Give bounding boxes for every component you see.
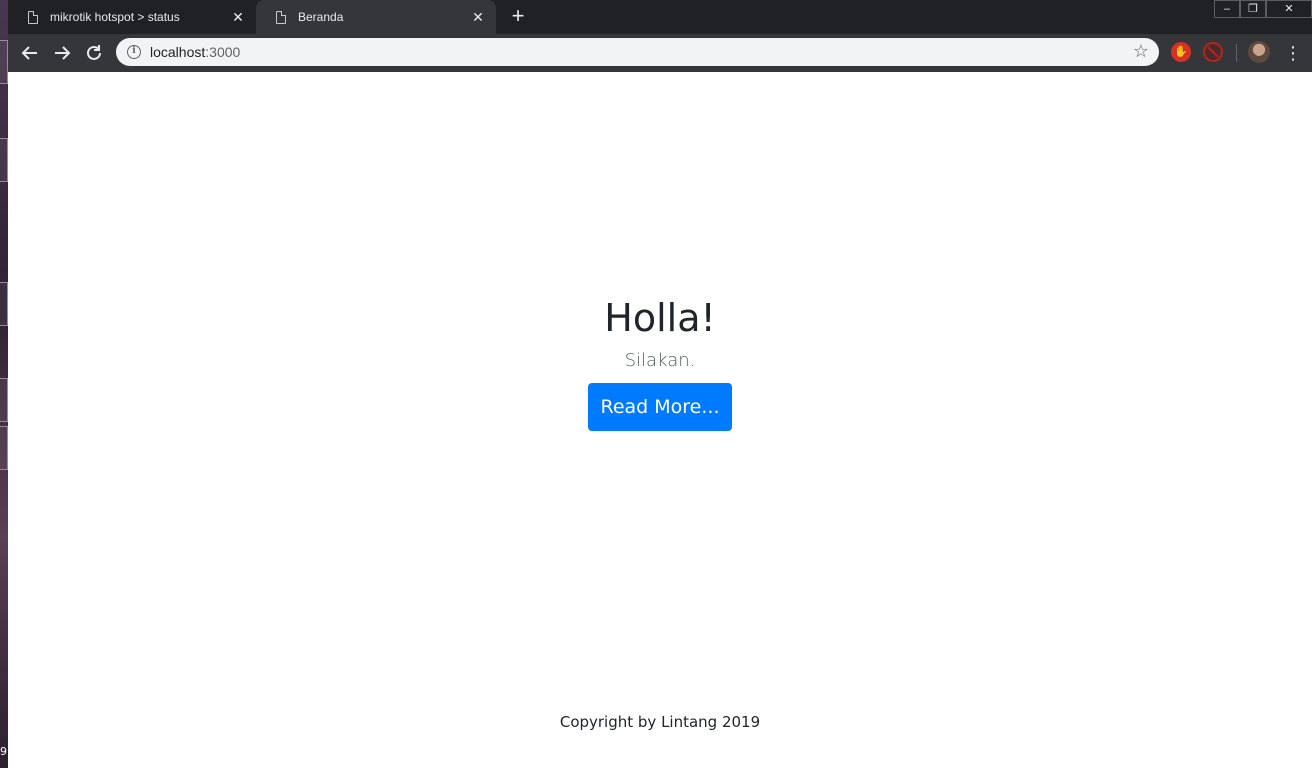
kebab-menu-icon[interactable]: ⋮ bbox=[1284, 41, 1302, 65]
browser-window: mikrotik hotspot > status ✕ Beranda ✕ + … bbox=[8, 0, 1312, 768]
page-icon bbox=[28, 10, 38, 24]
desktop-window-edge bbox=[0, 40, 8, 84]
browser-toolbar: i localhost:3000 ☆ ✋ ⋮ bbox=[8, 34, 1312, 72]
back-arrow-icon[interactable] bbox=[18, 41, 42, 65]
blocker-extension-icon[interactable] bbox=[1203, 42, 1223, 62]
tab-title: Beranda bbox=[298, 10, 344, 24]
desktop-window-edge bbox=[0, 426, 8, 470]
footer-copyright: Copyright by Lintang 2019 bbox=[559, 713, 761, 731]
page-content: Holla! Silakan. Read More... Copyright b… bbox=[8, 72, 1312, 768]
toolbar-divider bbox=[1236, 44, 1237, 62]
reload-icon[interactable] bbox=[82, 41, 106, 65]
desktop-background-edge: 9 bbox=[0, 0, 8, 768]
desktop-edge-text: 9 bbox=[0, 745, 7, 758]
minimize-button[interactable]: – bbox=[1214, 0, 1240, 18]
bookmark-star-icon[interactable]: ☆ bbox=[1133, 41, 1149, 62]
page-heading: Holla! bbox=[604, 296, 716, 340]
desktop-window-edge bbox=[0, 138, 8, 182]
url-text[interactable]: localhost:3000 bbox=[150, 44, 240, 60]
desktop-window-edge bbox=[0, 378, 8, 422]
desktop-window-edge bbox=[0, 282, 8, 326]
url-host: localhost bbox=[150, 44, 206, 60]
tab-title: mikrotik hotspot > status bbox=[50, 10, 180, 24]
profile-avatar[interactable] bbox=[1248, 41, 1270, 63]
close-tab-icon[interactable]: ✕ bbox=[230, 9, 246, 25]
new-tab-button[interactable]: + bbox=[506, 5, 530, 29]
site-info-icon[interactable]: i bbox=[127, 45, 141, 59]
page-icon bbox=[276, 10, 286, 24]
tab-mikrotik-hotspot[interactable]: mikrotik hotspot > status ✕ bbox=[8, 0, 256, 34]
close-window-button[interactable]: ✕ bbox=[1266, 0, 1312, 18]
jumbotron: Holla! Silakan. Read More... bbox=[8, 296, 1312, 431]
window-controls: – ❐ ✕ bbox=[1214, 0, 1312, 18]
tab-beranda[interactable]: Beranda ✕ bbox=[256, 0, 496, 34]
read-more-button[interactable]: Read More... bbox=[588, 382, 732, 431]
close-tab-icon[interactable]: ✕ bbox=[470, 9, 486, 25]
stop-hand-extension-icon[interactable]: ✋ bbox=[1171, 42, 1191, 62]
forward-arrow-icon[interactable] bbox=[50, 41, 74, 65]
address-bar[interactable]: i localhost:3000 ☆ bbox=[116, 38, 1159, 66]
lead-text: Silakan. bbox=[624, 349, 696, 371]
url-port: :3000 bbox=[205, 44, 241, 60]
tab-strip: mikrotik hotspot > status ✕ Beranda ✕ + … bbox=[8, 0, 1312, 34]
restore-button[interactable]: ❐ bbox=[1240, 0, 1266, 18]
